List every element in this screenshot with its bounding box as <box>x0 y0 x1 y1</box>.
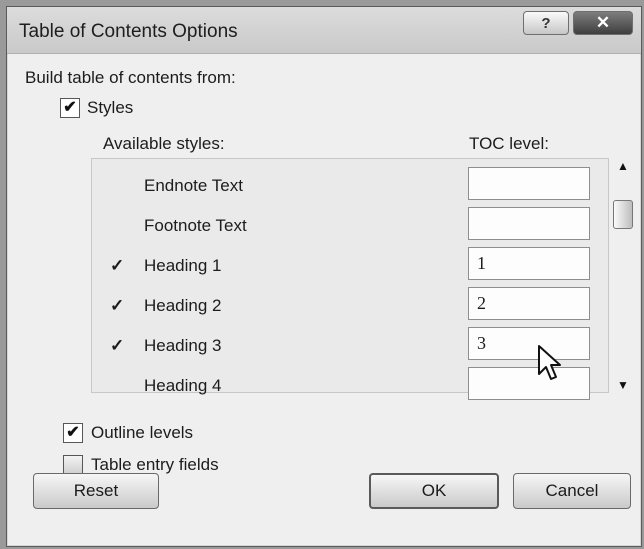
styles-list[interactable]: Endnote Text Footnote Text ✓ Heading 1 1… <box>91 158 609 400</box>
toc-level-input[interactable] <box>468 207 590 240</box>
scroll-down-arrow-icon[interactable]: ▼ <box>617 378 629 392</box>
style-check-mark: ✓ <box>110 256 125 275</box>
table-entry-fields-checkbox[interactable] <box>63 455 83 475</box>
scrollbar-thumb[interactable] <box>613 200 633 229</box>
style-name: Heading 4 <box>144 376 222 395</box>
toc-level-input[interactable]: 3 <box>468 327 590 360</box>
table-entry-fields-label[interactable]: Table entry fields <box>91 455 219 475</box>
outline-levels-checkbox[interactable]: ✔ <box>63 423 83 443</box>
styles-checkbox-label[interactable]: Styles <box>87 98 133 118</box>
help-button[interactable]: ? <box>523 11 569 35</box>
toc-level-input[interactable]: 2 <box>468 287 590 320</box>
scroll-up-arrow-icon[interactable]: ▲ <box>617 159 629 173</box>
style-name: Footnote Text <box>144 216 247 235</box>
ok-button[interactable]: OK <box>369 473 499 509</box>
close-button[interactable]: ✕ <box>573 11 633 35</box>
style-row-footnote-text[interactable]: Footnote Text <box>92 206 608 246</box>
cancel-button[interactable]: Cancel <box>513 473 631 509</box>
style-row-heading-1[interactable]: ✓ Heading 1 1 <box>92 246 608 286</box>
style-row-heading-4[interactable]: Heading 4 <box>92 366 608 406</box>
style-check-mark: ✓ <box>110 336 125 355</box>
title-bar: Table of Contents Options ? ✕ <box>7 7 641 54</box>
available-styles-header: Available styles: <box>103 134 225 153</box>
style-name: Heading 3 <box>144 336 222 355</box>
toc-level-input[interactable] <box>468 367 590 400</box>
toc-level-input[interactable] <box>468 167 590 200</box>
style-name: Endnote Text <box>144 176 243 195</box>
build-from-label: Build table of contents from: <box>25 68 236 87</box>
toc-options-dialog: Table of Contents Options ? ✕ Build tabl… <box>6 6 642 547</box>
outline-levels-label[interactable]: Outline levels <box>91 423 193 443</box>
reset-button[interactable]: Reset <box>33 473 159 509</box>
toc-level-header: TOC level: <box>469 134 549 153</box>
styles-checkbox[interactable]: ✔ <box>60 98 80 118</box>
style-row-heading-2[interactable]: ✓ Heading 2 2 <box>92 286 608 326</box>
style-name: Heading 2 <box>144 296 222 315</box>
style-row-heading-3[interactable]: ✓ Heading 3 3 <box>92 326 608 366</box>
style-row-endnote-text[interactable]: Endnote Text <box>92 166 608 206</box>
mouse-cursor-icon <box>538 345 561 380</box>
toc-level-input[interactable]: 1 <box>468 247 590 280</box>
style-name: Heading 1 <box>144 256 222 275</box>
style-check-mark: ✓ <box>110 296 125 315</box>
dialog-title: Table of Contents Options <box>19 21 238 42</box>
